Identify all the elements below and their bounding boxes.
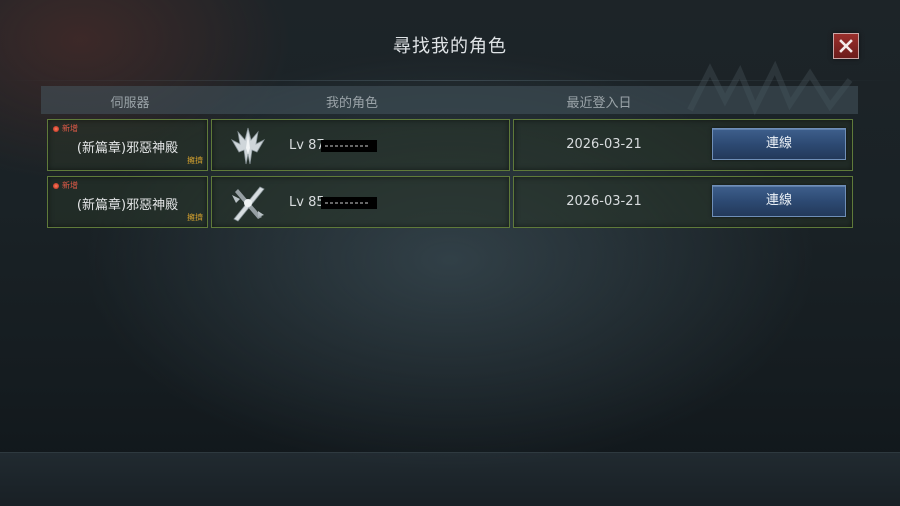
new-dot-icon	[53, 182, 59, 189]
new-dot-icon	[53, 125, 59, 132]
crowd-status: 擁擠	[187, 213, 203, 222]
bottom-band	[0, 452, 900, 506]
character-row: 新增 (新篇章)邪惡神殿 擁擠 Lv 85 2026-03-21 連線	[47, 176, 853, 228]
column-header-server: 伺服器	[110, 96, 150, 111]
title-divider	[0, 80, 900, 81]
last-login-date: 2026-03-21	[566, 194, 642, 209]
new-badge: 新增	[53, 180, 78, 191]
connect-button[interactable]: 連線	[712, 128, 846, 160]
character-row: 新增 (新篇章)邪惡神殿 擁擠 Lv 87 2026-03-21 連線	[47, 119, 853, 171]
table-header: 伺服器 我的角色 最近登入日	[41, 86, 858, 114]
last-login-cell: 2026-03-21 連線	[513, 119, 853, 171]
server-cell: 新增 (新篇章)邪惡神殿 擁擠	[47, 176, 208, 228]
character-cell: Lv 85	[211, 176, 510, 228]
page-title: 尋找我的角色	[393, 36, 507, 57]
character-level: Lv 85	[289, 195, 325, 210]
character-name-redacted	[321, 140, 377, 152]
new-badge-label: 新增	[62, 124, 78, 133]
column-header-last-login: 最近登入日	[566, 96, 632, 111]
crystal-crest-icon	[230, 127, 266, 165]
last-login-date: 2026-03-21	[566, 137, 642, 152]
close-button[interactable]	[833, 33, 859, 59]
character-cell: Lv 87	[211, 119, 510, 171]
server-name: (新篇章)邪惡神殿	[76, 141, 179, 156]
server-cell: 新增 (新篇章)邪惡神殿 擁擠	[47, 119, 208, 171]
character-name-redacted	[321, 197, 377, 209]
crossed-blades-icon	[232, 186, 265, 222]
new-badge-label: 新增	[62, 181, 78, 190]
last-login-cell: 2026-03-21 連線	[513, 176, 853, 228]
server-name: (新篇章)邪惡神殿	[76, 198, 179, 213]
close-icon	[839, 39, 853, 53]
crowd-status: 擁擠	[187, 156, 203, 165]
character-level: Lv 87	[289, 138, 325, 153]
new-badge: 新增	[53, 123, 78, 134]
connect-button[interactable]: 連線	[712, 185, 846, 217]
column-header-character: 我的角色	[325, 96, 379, 111]
